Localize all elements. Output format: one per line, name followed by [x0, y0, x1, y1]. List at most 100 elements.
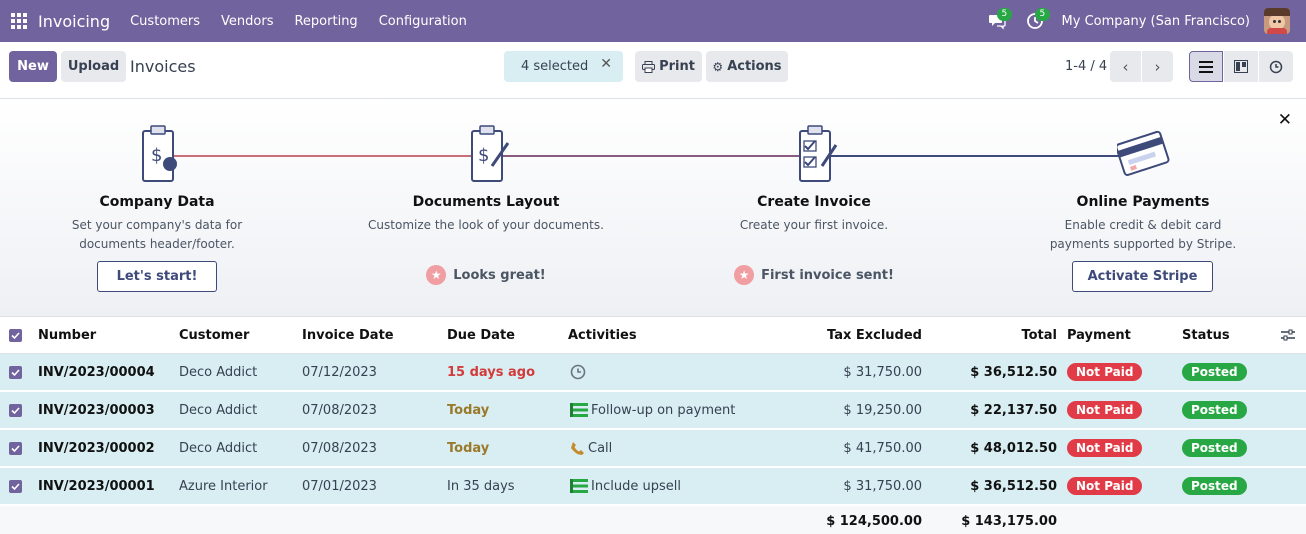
step-done-indicator: ★ Looks great!: [336, 265, 636, 285]
check-icon: [11, 444, 20, 452]
list-view-icon: [1199, 60, 1213, 73]
upload-button[interactable]: Upload: [61, 51, 126, 82]
column-header-payment[interactable]: Payment: [1067, 317, 1131, 353]
step-title: Online Payments: [1076, 194, 1210, 210]
customer-name[interactable]: Deco Addict: [179, 392, 257, 428]
invoice-date[interactable]: 07/12/2023: [302, 354, 377, 390]
due-date[interactable]: In 35 days: [447, 468, 515, 504]
payment-badge: Not Paid: [1067, 401, 1143, 419]
table-row[interactable]: INV/2023/00001 Azure Interior 07/01/2023 In…: [0, 468, 1306, 505]
payment-state: Not Paid: [1067, 430, 1143, 466]
table-row[interactable]: INV/2023/00002 Deco Addict 07/08/2023 Today…: [0, 430, 1306, 467]
invoice-number[interactable]: INV/2023/00003: [38, 392, 155, 428]
clock-icon[interactable]: [570, 364, 586, 380]
row-checkbox[interactable]: [9, 354, 22, 390]
list-icon[interactable]: [570, 403, 588, 417]
invoice-date[interactable]: 07/08/2023: [302, 430, 377, 466]
row-checkbox[interactable]: [9, 430, 22, 466]
new-button[interactable]: New: [9, 51, 57, 82]
kanban-view-button[interactable]: [1224, 51, 1258, 82]
column-header-status[interactable]: Status: [1182, 317, 1230, 353]
column-header-tax-excluded[interactable]: Tax Excluded: [780, 317, 922, 353]
clipboard-check-icon: [799, 125, 838, 182]
actions-label: Actions: [727, 59, 782, 74]
payment-state: Not Paid: [1067, 392, 1143, 428]
column-header-customer[interactable]: Customer: [179, 317, 249, 353]
invoice-number[interactable]: INV/2023/00001: [38, 468, 155, 504]
menu-customers[interactable]: Customers: [130, 14, 200, 29]
status-cell: Posted: [1182, 468, 1247, 504]
due-date[interactable]: Today: [447, 392, 489, 428]
phone-icon[interactable]: [570, 441, 585, 456]
invoice-number[interactable]: INV/2023/00002: [38, 430, 155, 466]
avatar[interactable]: [1264, 8, 1290, 34]
due-date[interactable]: Today: [447, 430, 489, 466]
apps-menu-icon[interactable]: [0, 0, 38, 42]
close-icon[interactable]: ✕: [1278, 110, 1292, 130]
page-title: Invoices: [130, 57, 196, 76]
payment-badge: Not Paid: [1067, 477, 1143, 495]
table-row[interactable]: INV/2023/00004 Deco Addict 07/12/2023 15 da…: [0, 354, 1306, 391]
column-header-number[interactable]: Number: [38, 317, 96, 353]
customer-name[interactable]: Deco Addict: [179, 430, 257, 466]
invoice-date[interactable]: 07/08/2023: [302, 392, 377, 428]
gear-icon: ⚙: [712, 59, 724, 74]
table-row[interactable]: INV/2023/00003 Deco Addict 07/08/2023 Today…: [0, 392, 1306, 429]
selection-indicator: 4 selected ✕: [504, 51, 623, 82]
step-description: Customize the look of your documents.: [368, 218, 604, 232]
payment-badge: Not Paid: [1067, 363, 1143, 381]
actions-button[interactable]: ⚙ Actions: [706, 51, 788, 82]
control-panel: New Upload Invoices 4 selected ✕ Print ⚙…: [0, 42, 1306, 99]
activities-button[interactable]: 5: [1020, 6, 1051, 36]
row-checkbox[interactable]: [9, 468, 22, 504]
company-switcher[interactable]: My Company (San Francisco): [1062, 14, 1250, 29]
invoice-number[interactable]: INV/2023/00004: [38, 354, 155, 390]
activate-stripe-button[interactable]: Activate Stripe: [1072, 261, 1213, 292]
chevron-right-icon: ›: [1154, 57, 1161, 76]
column-header-activities[interactable]: Activities: [568, 317, 637, 353]
menu-vendors[interactable]: Vendors: [221, 14, 273, 29]
total-amount: $ 22,137.50: [970, 402, 1057, 418]
tax-excluded-amount: $ 31,750.00: [843, 364, 922, 380]
step-done-label: First invoice sent!: [761, 267, 894, 283]
top-navbar: Invoicing Customers Vendors Reporting Co…: [0, 0, 1306, 42]
column-header-total[interactable]: Total: [930, 317, 1057, 353]
invoice-date[interactable]: 07/01/2023: [302, 468, 377, 504]
optional-columns-toggle[interactable]: [1281, 317, 1295, 353]
activity-cell[interactable]: Include upsell: [570, 468, 681, 504]
activity-summary: Follow-up on payment: [591, 402, 736, 418]
messages-button[interactable]: 5: [982, 6, 1013, 36]
pager-previous-button[interactable]: ‹: [1110, 51, 1141, 82]
list-icon[interactable]: [570, 479, 588, 493]
total-amount: $ 36,512.50: [970, 478, 1057, 494]
lets-start-button[interactable]: Let's start!: [97, 261, 217, 292]
payment-state: Not Paid: [1067, 468, 1143, 504]
chevron-left-icon: ‹: [1122, 57, 1129, 76]
status-cell: Posted: [1182, 392, 1247, 428]
print-button[interactable]: Print: [635, 51, 702, 82]
menu-configuration[interactable]: Configuration: [379, 14, 467, 29]
row-checkbox[interactable]: [9, 392, 22, 428]
column-header-due-date[interactable]: Due Date: [447, 317, 515, 353]
column-header-invoice-date[interactable]: Invoice Date: [302, 317, 394, 353]
payment-badge: Not Paid: [1067, 439, 1143, 457]
pager-next-button[interactable]: ›: [1142, 51, 1173, 82]
clear-selection-icon[interactable]: ✕: [600, 56, 612, 72]
sliders-icon: [1281, 329, 1295, 341]
list-view-button[interactable]: [1189, 51, 1223, 82]
customer-name[interactable]: Deco Addict: [179, 354, 257, 390]
step-title: Create Invoice: [757, 194, 871, 210]
activity-view-button[interactable]: [1259, 51, 1293, 82]
select-all-checkbox[interactable]: [9, 317, 22, 353]
app-name[interactable]: Invoicing: [38, 12, 110, 31]
due-date[interactable]: 15 days ago: [447, 354, 535, 390]
activity-cell[interactable]: Follow-up on payment: [570, 392, 735, 428]
menu-reporting[interactable]: Reporting: [294, 14, 357, 29]
status-badge: Posted: [1182, 477, 1247, 495]
pager-value[interactable]: 1-4 / 4: [1065, 59, 1107, 74]
activity-cell[interactable]: [570, 354, 589, 390]
total-amount: $ 48,012.50: [970, 440, 1057, 456]
customer-name[interactable]: Azure Interior: [179, 468, 268, 504]
progress-line-3: [830, 155, 1130, 157]
activity-cell[interactable]: Call: [570, 430, 612, 466]
